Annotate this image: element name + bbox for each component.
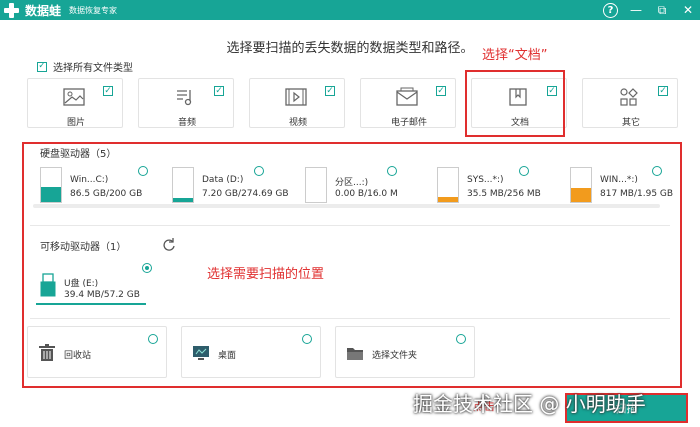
music-icon <box>177 90 192 106</box>
app-logo: 数据蛙 数据恢复专家 <box>4 2 117 19</box>
drive-icon <box>437 167 459 203</box>
location-radio[interactable] <box>456 334 466 344</box>
location-radio[interactable] <box>148 334 158 344</box>
removable-drive[interactable]: U盘 (E:) 39.4 MB/57.2 GB <box>40 268 150 308</box>
category-label: 图片 <box>66 118 85 128</box>
drive-icon <box>172 167 194 203</box>
drive-usage-fill <box>41 187 61 202</box>
other-icon <box>620 88 638 106</box>
page-headline: 选择要扫描的丢失数据的数据类型和路径。 <box>226 41 474 56</box>
mail-icon <box>396 87 418 106</box>
category-label: 其它 <box>621 118 640 128</box>
image-icon <box>63 88 85 106</box>
hard-drive-item[interactable]: SYS...*:) 35.5 MB/256 MB <box>437 166 572 207</box>
drive-name: WIN...*:) <box>600 175 638 185</box>
location-label: 选择文件夹 <box>372 351 418 361</box>
app-subtitle: 数据恢复专家 <box>69 5 118 15</box>
annotation-location-note: 选择需要扫描的位置 <box>207 267 325 282</box>
hard-drives-title: 硬盘驱动器（5） <box>40 149 117 160</box>
drive-usage-fill <box>571 187 591 202</box>
drive-usage-fill <box>438 197 458 202</box>
drive-radio[interactable] <box>138 166 148 176</box>
drive-radio[interactable] <box>652 166 662 176</box>
select-all-checkbox[interactable]: ✓ <box>37 61 47 72</box>
category-other[interactable]: ✓ 其它 <box>582 78 678 128</box>
drive-radio[interactable] <box>387 166 397 176</box>
watermark: 掘金技术社区 @ 小明助手 <box>413 392 646 416</box>
drive-icon <box>305 167 327 203</box>
hard-drive-item[interactable]: WIN...*:) 817 MB/1.95 GB <box>570 166 700 207</box>
category-video[interactable]: ✓ 视频 <box>249 78 345 128</box>
drive-name: SYS...*:) <box>467 175 504 185</box>
drive-name: Win...C:) <box>70 175 109 185</box>
drive-size: 86.5 GB/200 GB <box>70 189 143 199</box>
removable-drive-progress <box>36 303 146 305</box>
drive-name: 分区...:) <box>335 178 369 188</box>
recycle-bin-icon <box>39 344 55 361</box>
annotation-box-document <box>465 70 565 137</box>
drive-size: 7.20 GB/274.69 GB <box>202 189 289 199</box>
location-label: 回收站 <box>64 351 92 361</box>
close-icon[interactable]: ✕ <box>680 2 696 18</box>
usb-drive-icon <box>40 273 56 297</box>
help-icon[interactable]: ? <box>603 2 618 18</box>
drive-icon <box>570 167 592 203</box>
category-checkbox[interactable]: ✓ <box>325 86 335 96</box>
category-label: 视频 <box>288 118 307 128</box>
drive-icon <box>40 167 62 203</box>
drive-usage-fill <box>173 197 193 202</box>
removable-drive-name: U盘 (E:) <box>64 279 99 289</box>
category-checkbox[interactable]: ✓ <box>103 86 113 96</box>
removable-drive-size: 39.4 MB/57.2 GB <box>64 290 140 300</box>
location-choose-folder[interactable]: 选择文件夹 <box>335 326 475 378</box>
category-checkbox[interactable]: ✓ <box>214 86 224 96</box>
hard-drive-item[interactable]: 分区...:) 0.00 B/16.0 M <box>305 166 440 207</box>
minimize-icon[interactable]: — <box>628 2 644 18</box>
drive-name: Data (D:) <box>202 175 244 185</box>
restore-icon[interactable]: ⧉ <box>654 2 670 18</box>
removable-drive-radio[interactable] <box>142 263 152 273</box>
location-desktop[interactable]: 桌面 <box>181 326 321 378</box>
folder-icon <box>347 348 363 360</box>
select-all-types[interactable]: ✓ 选择所有文件类型 <box>37 59 133 74</box>
title-bar: 数据蛙 数据恢复专家 ? — ⧉ ✕ <box>0 0 700 20</box>
category-label: 电子邮件 <box>390 118 427 128</box>
drive-size: 817 MB/1.95 GB <box>600 189 674 199</box>
section-divider <box>30 318 670 319</box>
logo-icon <box>4 2 19 18</box>
category-audio[interactable]: ✓ 音频 <box>138 78 234 128</box>
location-radio[interactable] <box>302 334 312 344</box>
category-email[interactable]: ✓ 电子邮件 <box>360 78 456 128</box>
drive-size: 0.00 B/16.0 M <box>335 189 398 199</box>
desktop-icon <box>193 346 209 360</box>
category-checkbox[interactable]: ✓ <box>658 86 668 96</box>
category-checkbox[interactable]: ✓ <box>436 86 446 96</box>
drive-radio[interactable] <box>254 166 264 176</box>
drive-size: 35.5 MB/256 MB <box>467 189 541 199</box>
hard-drive-item[interactable]: Win...C:) 86.5 GB/200 GB <box>40 166 175 207</box>
refresh-icon[interactable] <box>162 237 176 251</box>
annotation-document-note: 选择“文档” <box>482 48 548 63</box>
location-recycle-bin[interactable]: 回收站 <box>27 326 167 378</box>
hard-drive-item[interactable]: Data (D:) 7.20 GB/274.69 GB <box>172 166 307 207</box>
category-images[interactable]: ✓ 图片 <box>27 78 123 128</box>
location-label: 桌面 <box>218 351 237 361</box>
drive-scrollbar[interactable] <box>33 204 660 208</box>
select-all-label: 选择所有文件类型 <box>53 63 133 74</box>
app-name: 数据蛙 <box>25 3 62 18</box>
drive-radio[interactable] <box>519 166 529 176</box>
category-label: 音频 <box>177 118 196 128</box>
video-icon <box>285 88 307 106</box>
removable-drives-title: 可移动驱动器（1） <box>40 242 127 253</box>
section-divider <box>30 225 670 226</box>
